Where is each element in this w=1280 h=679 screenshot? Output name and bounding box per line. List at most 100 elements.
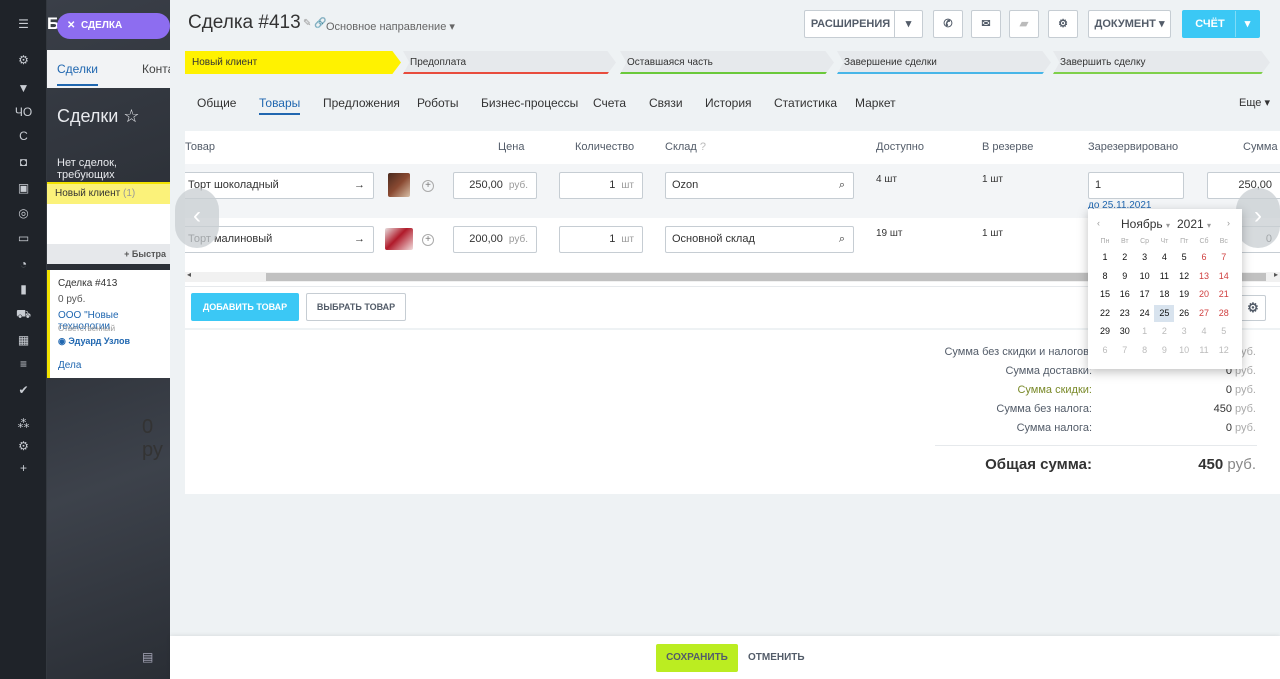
calendar-day[interactable]: 9: [1154, 342, 1174, 359]
deal-card-activities[interactable]: Дела: [58, 360, 81, 371]
calendar-day[interactable]: 22: [1095, 305, 1115, 322]
calendar-day[interactable]: 24: [1135, 305, 1155, 322]
calendar-day[interactable]: 17: [1135, 286, 1155, 303]
check-icon[interactable]: ✔: [0, 380, 47, 400]
star-icon[interactable]: ☆: [123, 106, 139, 126]
calendar-icon[interactable]: ▭: [0, 228, 47, 248]
mail-icon[interactable]: ✉: [971, 10, 1001, 38]
stage-prepayment[interactable]: Предоплата: [403, 51, 616, 74]
reserved-input[interactable]: 1: [1088, 172, 1184, 199]
invoice-button[interactable]: СЧЁТ ▾: [1182, 10, 1260, 38]
calendar-day[interactable]: 21: [1214, 286, 1234, 303]
calendar-day[interactable]: 15: [1095, 286, 1115, 303]
tab-statistics[interactable]: Статистика: [774, 96, 837, 110]
chevron-down-icon[interactable]: ▾: [1235, 11, 1259, 37]
printer-icon[interactable]: ▤: [142, 650, 153, 664]
tab-business-processes[interactable]: Бизнес-процессы: [481, 96, 578, 110]
calendar-day[interactable]: 4: [1194, 323, 1214, 340]
price-input[interactable]: 200,00 руб.: [453, 226, 537, 253]
calendar-day[interactable]: 11: [1194, 342, 1214, 359]
add-image-icon[interactable]: +: [422, 234, 434, 246]
left-nav-item-2[interactable]: С: [0, 126, 47, 146]
month-select[interactable]: Ноябрь ▾: [1121, 217, 1170, 231]
chevron-down-icon[interactable]: ▾: [894, 11, 922, 37]
calendar-day[interactable]: 8: [1095, 268, 1115, 285]
stage-finish[interactable]: Завершить сделку: [1053, 51, 1270, 74]
tab-invoices[interactable]: Счета: [593, 96, 626, 110]
product-image[interactable]: [385, 228, 413, 250]
calendar-day[interactable]: 4: [1154, 249, 1174, 266]
help-icon[interactable]: ?: [700, 141, 706, 153]
stage-closing[interactable]: Завершение сделки: [837, 51, 1051, 74]
calendar-day[interactable]: 12: [1174, 268, 1194, 285]
next-arrow-icon[interactable]: ›: [1236, 188, 1280, 248]
calendar-day[interactable]: 25: [1154, 304, 1175, 322]
stage-remaining[interactable]: Оставшаяся часть: [620, 51, 834, 74]
year-select[interactable]: 2021 ▾: [1177, 217, 1211, 231]
prev-month-icon[interactable]: ‹: [1097, 218, 1100, 228]
tab-products[interactable]: Товары: [259, 96, 301, 115]
settings-gear-icon[interactable]: ⚙: [1240, 295, 1266, 321]
settings-icon[interactable]: ⚙: [0, 436, 47, 456]
tab-robots[interactable]: Роботы: [417, 96, 459, 110]
quantity-input[interactable]: 1 шт: [559, 172, 643, 199]
cancel-button[interactable]: ОТМЕНИТЬ: [748, 644, 805, 672]
price-input[interactable]: 250,00 руб.: [453, 172, 537, 199]
scroll-right-icon[interactable]: ▸: [1274, 270, 1278, 279]
deal-card-title[interactable]: Сделка #413: [58, 278, 117, 289]
calendar-day[interactable]: 13: [1194, 268, 1214, 285]
menu-icon[interactable]: ☰: [0, 14, 47, 34]
tab-links[interactable]: Связи: [649, 96, 683, 110]
quantity-input[interactable]: 1 шт: [559, 226, 643, 253]
prev-arrow-icon[interactable]: ‹: [175, 188, 219, 248]
filter-icon[interactable]: ⚙: [0, 50, 47, 70]
funnel-icon[interactable]: ▼: [0, 78, 47, 98]
calendar-day[interactable]: 29: [1095, 323, 1115, 340]
deal-card[interactable]: Сделка #413 0 руб. ООО "Новые технологии…: [47, 270, 170, 378]
search-icon[interactable]: ⌕: [839, 227, 845, 252]
robot-icon[interactable]: ◘: [0, 152, 47, 172]
book-icon[interactable]: ▣: [0, 178, 47, 198]
calendar-day[interactable]: 5: [1214, 323, 1234, 340]
save-button[interactable]: СОХРАНИТЬ: [656, 644, 738, 672]
scroll-left-icon[interactable]: ◂: [187, 270, 191, 279]
tab-history[interactable]: История: [705, 96, 752, 110]
calendar-day[interactable]: 23: [1115, 305, 1135, 322]
warehouse-input[interactable]: Основной склад ⌕: [665, 226, 854, 253]
calendar-day[interactable]: 3: [1174, 323, 1194, 340]
calendar-day[interactable]: 3: [1135, 249, 1155, 266]
add-icon[interactable]: +: [0, 458, 47, 478]
target-icon[interactable]: ◎: [0, 203, 47, 223]
add-image-icon[interactable]: +: [422, 180, 434, 192]
calendar-day[interactable]: 27: [1194, 305, 1214, 322]
search-icon[interactable]: ⌕: [839, 173, 845, 198]
calendar-day[interactable]: 12: [1214, 342, 1234, 359]
grid-icon[interactable]: ▦: [0, 330, 47, 350]
calendar-day[interactable]: 8: [1135, 342, 1155, 359]
quick-add-button[interactable]: + Быстра: [47, 244, 170, 264]
calendar-day[interactable]: 2: [1154, 323, 1174, 340]
tabs-more[interactable]: Еще ▾: [1239, 96, 1270, 109]
extensions-button[interactable]: РАСШИРЕНИЯ ▾: [804, 10, 923, 38]
add-product-button[interactable]: ДОБАВИТЬ ТОВАР: [191, 293, 299, 321]
calendar-day[interactable]: 7: [1115, 342, 1135, 359]
calendar-day[interactable]: 1: [1095, 249, 1115, 266]
clock-icon[interactable]: ◔: [0, 254, 47, 274]
calendar-day[interactable]: 28: [1214, 305, 1234, 322]
document-button[interactable]: ДОКУМЕНТ ▾: [1088, 10, 1171, 38]
product-image[interactable]: [388, 173, 410, 197]
warehouse-input[interactable]: Ozon ⌕: [665, 172, 854, 199]
direction-select[interactable]: Основное направление ▾: [326, 20, 455, 33]
next-month-icon[interactable]: ›: [1227, 218, 1230, 228]
chat-icon[interactable]: ▰: [1009, 10, 1039, 38]
gear-icon[interactable]: ⚙: [1048, 10, 1078, 38]
calendar-day[interactable]: 6: [1194, 249, 1214, 266]
tab-deals[interactable]: Сделки: [57, 62, 98, 86]
cart-icon[interactable]: ⛟: [0, 304, 47, 324]
calendar-day[interactable]: 10: [1135, 268, 1155, 285]
calendar-day[interactable]: 11: [1154, 268, 1174, 285]
calendar-day[interactable]: 18: [1154, 286, 1174, 303]
tab-proposals[interactable]: Предложения: [323, 96, 400, 110]
stage-new-client[interactable]: Новый клиент: [185, 51, 401, 74]
deal-card-responsible[interactable]: ◉ Эдуард Узлов: [58, 336, 130, 347]
